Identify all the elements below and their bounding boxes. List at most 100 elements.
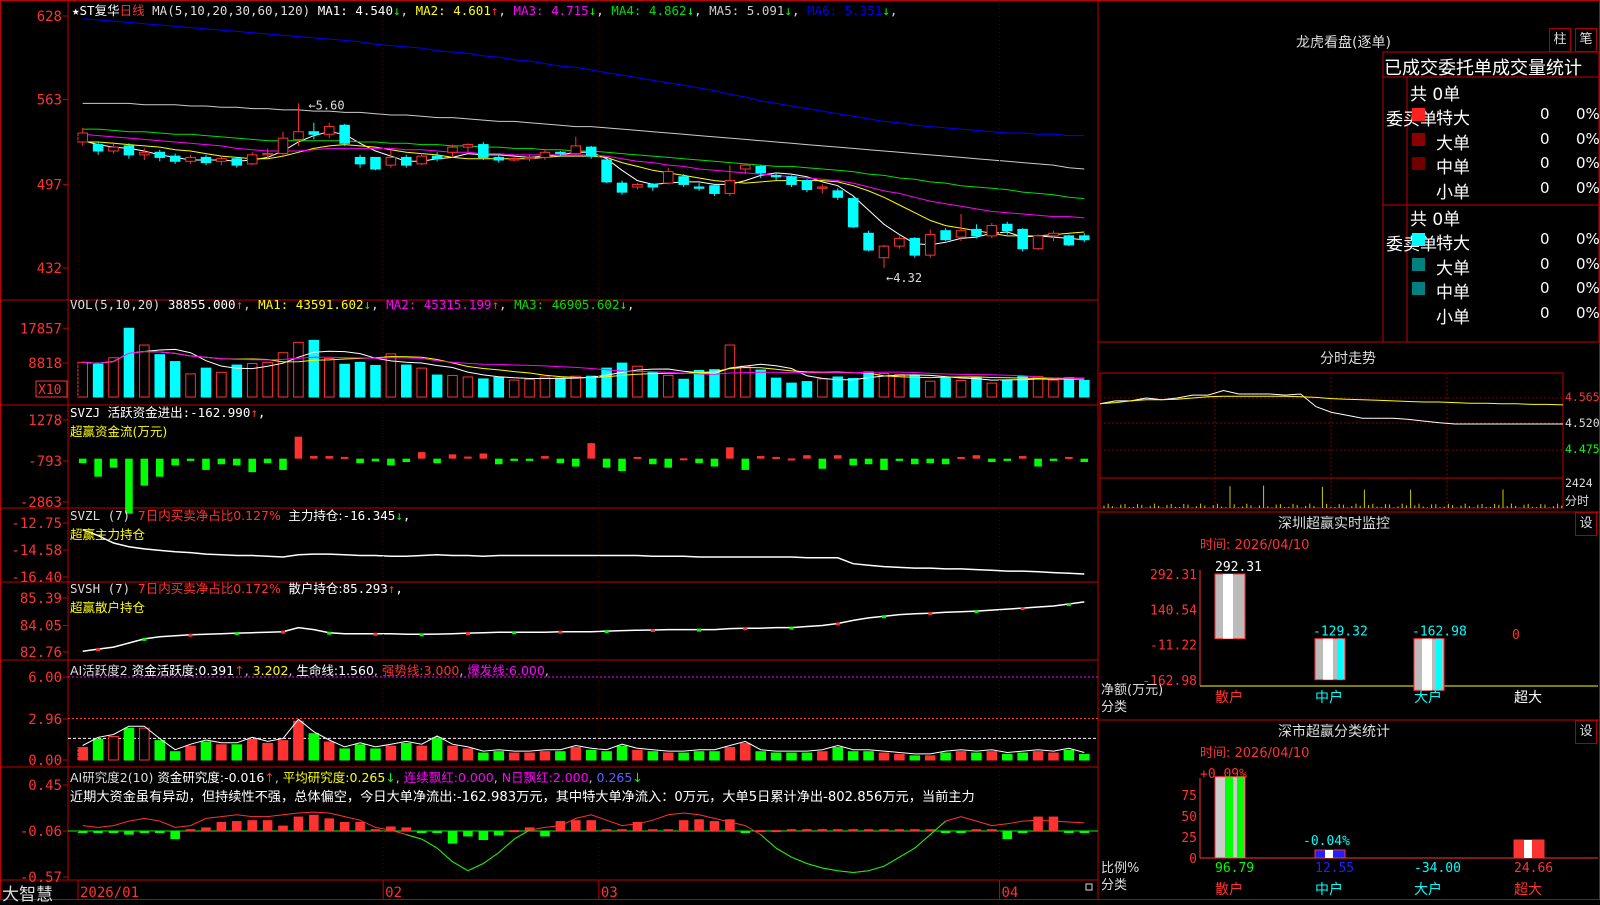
ai-active-bar xyxy=(185,745,196,761)
candle xyxy=(401,154,412,168)
ai-research-v2: 0.265 xyxy=(349,770,386,785)
svsh-dot xyxy=(1066,602,1071,606)
volume-bar xyxy=(662,374,674,398)
flow-bar xyxy=(371,458,380,462)
ai-research-y-tick: 0.45 xyxy=(28,778,62,794)
ai-comment: 近期大资金虽有异动，但持续性不强，总体偏空，今日大单净流出:-162.983万元… xyxy=(70,790,975,805)
intraday-y1: 4.565 xyxy=(1565,390,1600,404)
vol-legend-arrow: ↑ xyxy=(491,297,500,312)
vol-legend-value: 43591.602 xyxy=(288,297,364,312)
ai-active-bar xyxy=(863,751,874,761)
ma-legend-value: 4.715 xyxy=(543,3,589,18)
legend-swatch xyxy=(1412,108,1425,121)
ai-research-bar xyxy=(201,827,211,831)
flow-bar xyxy=(679,458,688,461)
flow-bar xyxy=(525,458,534,461)
szc-bar xyxy=(1314,849,1346,859)
ai-active-bar xyxy=(924,755,936,761)
ai-active-k1: 资金活跃度: xyxy=(131,663,199,678)
szm-bar-highlight xyxy=(1323,638,1333,680)
svzl-suffix: , xyxy=(402,508,411,523)
volume-bar xyxy=(539,376,551,398)
svsh-dot xyxy=(465,632,470,636)
candle xyxy=(339,124,350,146)
svsh-pct: 7日内买卖净占比0.172% xyxy=(137,581,281,596)
ai-active-header: AI活跃度2 资金活跃度:0.391↑, 3.202, 生命线:1.560, 强… xyxy=(70,663,549,678)
order-class-name: 大单 xyxy=(1436,133,1470,154)
sz-class-settings-button[interactable]: 设 xyxy=(1575,720,1597,744)
flow-bar xyxy=(988,458,996,463)
candle xyxy=(200,154,212,166)
flow-bar xyxy=(911,458,919,465)
volume-bar xyxy=(971,377,982,398)
svsh-dot xyxy=(281,630,286,634)
candle xyxy=(539,149,551,160)
candle-body xyxy=(647,183,659,188)
vol-ma-legend: MA1: 43591.602↓, MA2: 45315.199↑, MA3: 4… xyxy=(258,297,634,312)
ma-line-3 xyxy=(82,133,1085,219)
legend-swatch xyxy=(1412,257,1425,271)
ai-active-bar xyxy=(108,735,119,761)
x-axis-label: 03 xyxy=(601,885,618,900)
svsh-dot xyxy=(604,630,609,634)
ai-research-bar xyxy=(1002,831,1013,840)
ai-research-v1: -0.016 xyxy=(224,770,265,785)
low-price-label: ←4.32 xyxy=(886,271,922,285)
ai-active-bar xyxy=(940,752,951,761)
order-pct: 0% xyxy=(1576,178,1600,197)
candle-body xyxy=(108,146,119,152)
candle-body xyxy=(416,155,427,165)
period-label[interactable]: 日线 xyxy=(120,3,145,18)
candle xyxy=(817,184,828,194)
candle-body xyxy=(632,183,643,188)
stock-name[interactable]: ST复华 xyxy=(80,3,120,18)
ai-research-bar xyxy=(925,829,935,832)
ai-research-bar xyxy=(416,831,427,833)
dragon-tab[interactable]: 已成交委托单成交量统计 xyxy=(1384,54,1582,80)
volume-bar xyxy=(801,381,813,398)
ma-legend-sep: , xyxy=(889,3,898,18)
ai-research-bar xyxy=(262,820,273,831)
volume-bar xyxy=(986,382,998,398)
candle xyxy=(986,223,998,239)
sz-monitor-settings-button[interactable]: 设 xyxy=(1575,512,1597,536)
ai-research-k4: N日飘红: xyxy=(501,770,553,785)
flow-bar xyxy=(1080,458,1089,463)
candle xyxy=(231,157,243,168)
ai-research-k1: 资金研究度: xyxy=(157,770,225,785)
svzl-sub: 超赢主力持仓 xyxy=(70,527,146,542)
ai-research-bar xyxy=(1033,816,1043,831)
volume-bar xyxy=(139,344,150,398)
flow-bar xyxy=(402,458,411,463)
ai-active-bar xyxy=(508,752,520,761)
ai-research-bar xyxy=(478,831,489,841)
szm-y-tick: -11.22 xyxy=(1150,639,1197,654)
ai-research-bar xyxy=(663,829,674,832)
bar-mode-button[interactable]: 柱 xyxy=(1549,28,1571,52)
ai-research-bar xyxy=(601,829,612,832)
legend-swatch xyxy=(1412,282,1425,295)
ai-research-bar xyxy=(139,831,150,833)
svsh-dot xyxy=(697,628,702,632)
candle-body xyxy=(539,151,551,158)
candle-body xyxy=(524,156,535,160)
flow-bar xyxy=(587,443,595,459)
candle xyxy=(447,144,458,158)
ai-research-bar xyxy=(309,814,319,831)
ai-active-v5: 6.000 xyxy=(509,663,545,678)
ai-active-k5: 爆发线: xyxy=(467,663,510,678)
candle xyxy=(1048,230,1059,241)
ai-research-bar xyxy=(232,821,242,831)
szc-bar xyxy=(1214,776,1246,859)
ai-active-bar xyxy=(755,751,766,761)
ai-research-bar xyxy=(648,829,658,832)
svzl-y-tick: -16.40 xyxy=(11,570,62,586)
tick-mode-button[interactable]: 笔 xyxy=(1575,28,1597,52)
ai-research-k3: 连续飘红: xyxy=(403,770,458,785)
flow-bar xyxy=(433,458,441,464)
ai-research-bar xyxy=(894,829,905,832)
candle xyxy=(724,165,736,196)
volume-bar xyxy=(601,367,612,398)
flow-bar xyxy=(972,455,981,459)
order-count: 0 xyxy=(1540,154,1550,172)
